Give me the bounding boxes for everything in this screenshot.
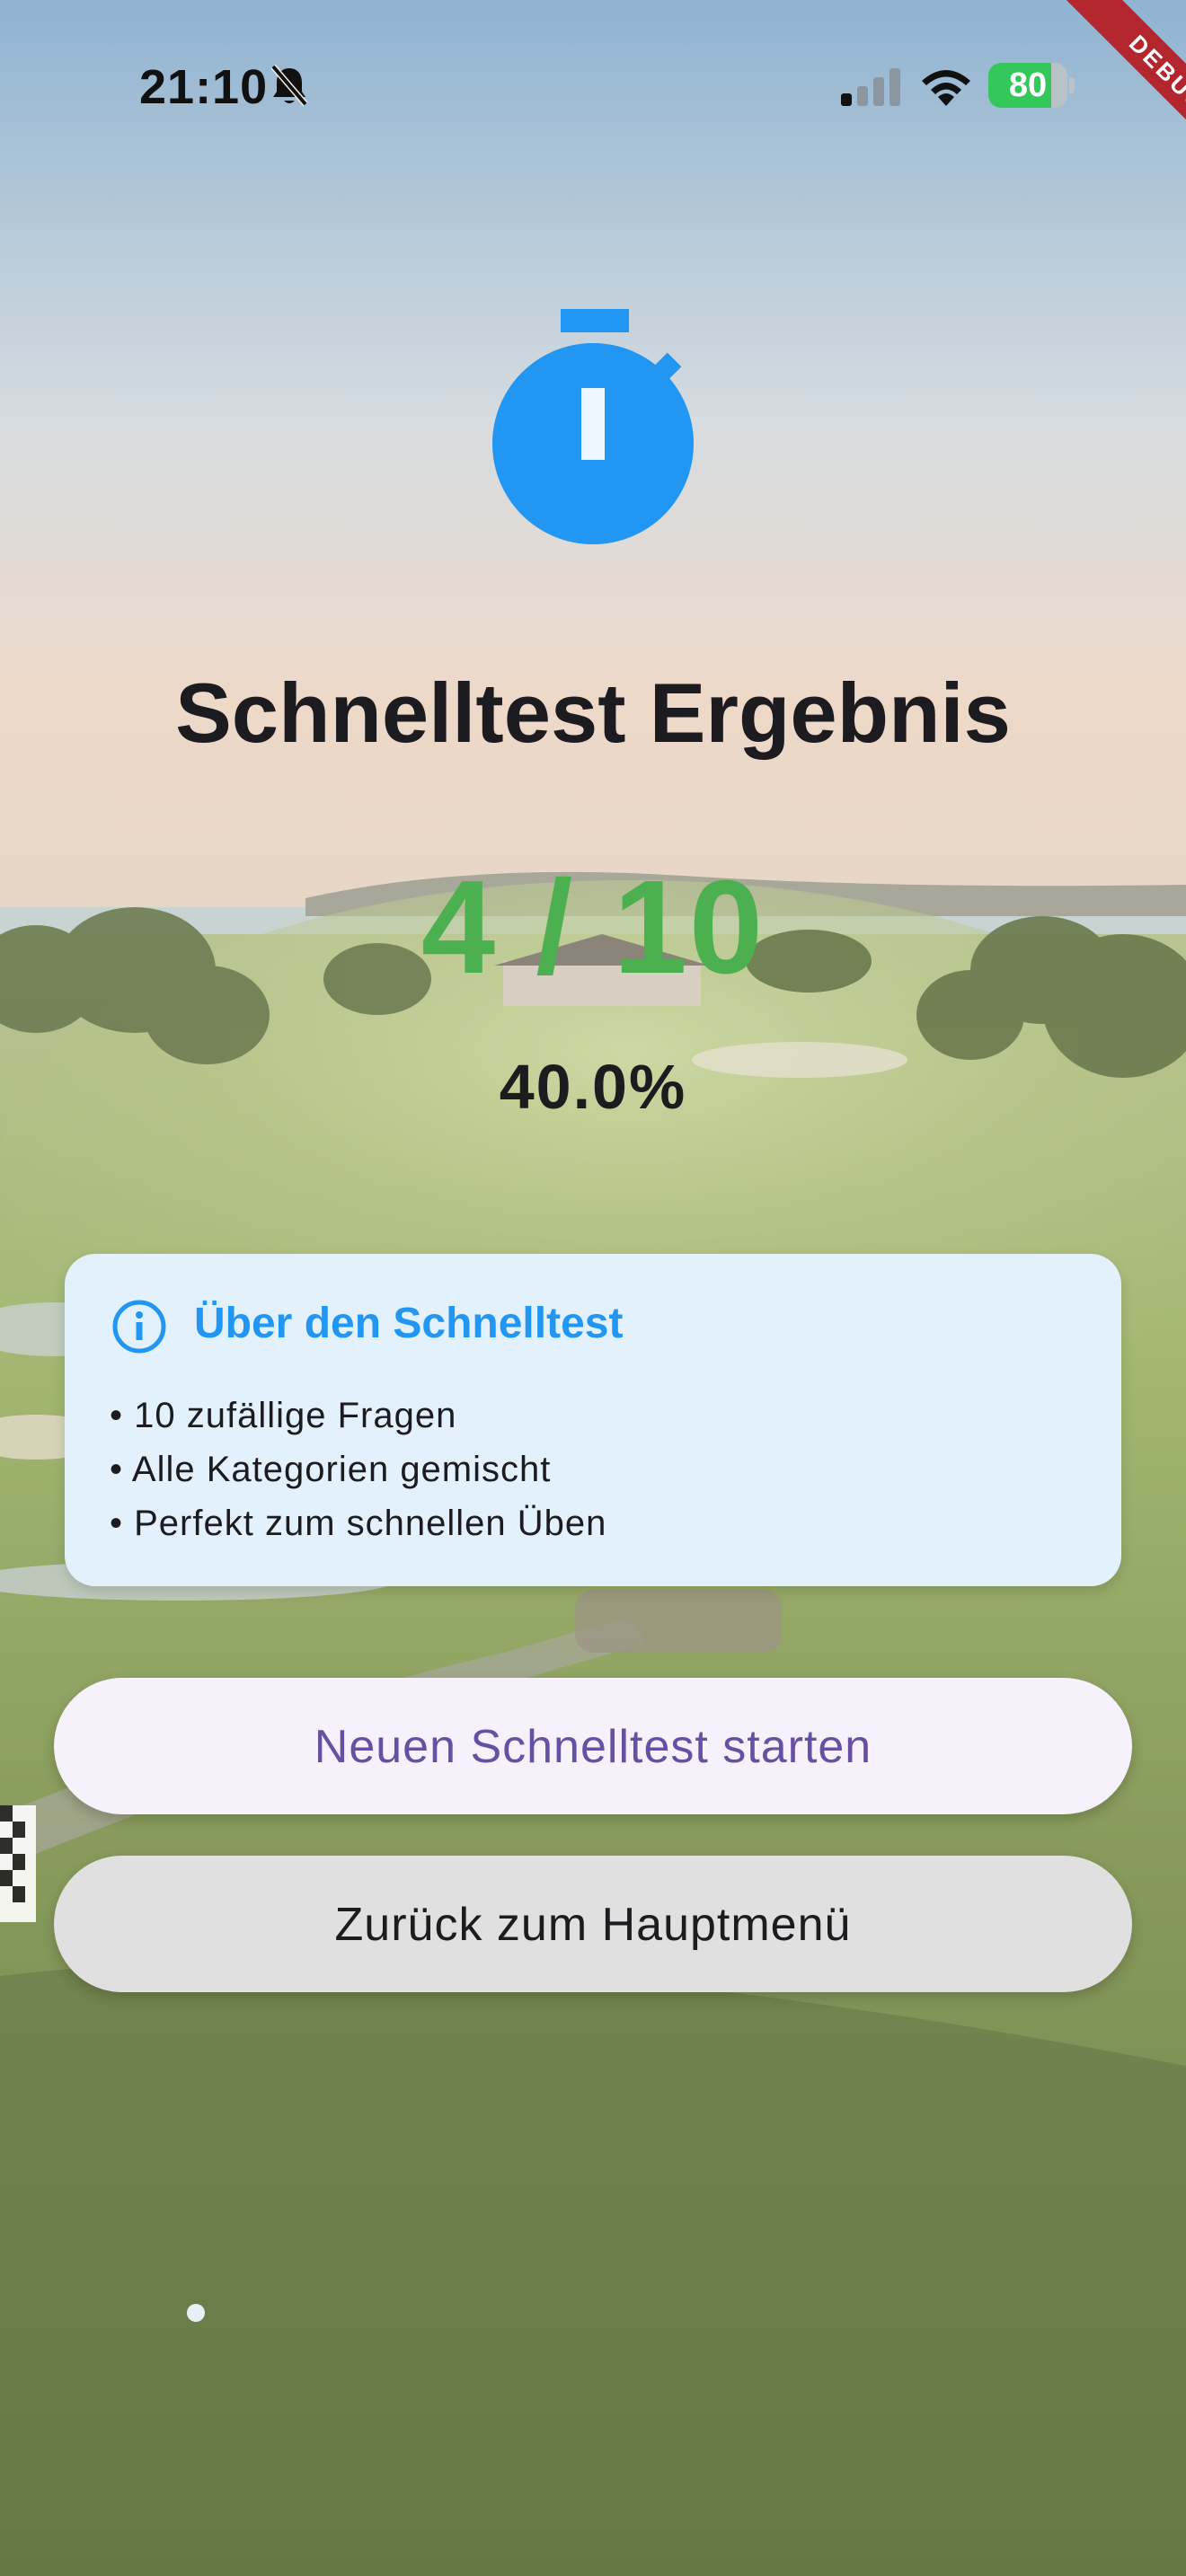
back-to-main-menu-button[interactable]: Zurück zum Hauptmenü	[54, 1856, 1132, 1992]
score-percent: 40.0%	[499, 1052, 687, 1122]
status-time: 21:10	[139, 60, 269, 114]
result-screen: Schnelltest Ergebnis 4 / 10 40.0% Über d…	[0, 0, 1186, 2576]
info-card-title: Über den Schnelltest	[194, 1300, 624, 1347]
cellular-signal-icon	[841, 68, 900, 106]
info-list-item: • 10 zufällige Fragen	[110, 1396, 457, 1435]
page-title: Schnelltest Ergebnis	[175, 666, 1011, 760]
info-list-item: • Perfekt zum schnellen Üben	[110, 1504, 607, 1543]
score-value: 4 / 10	[420, 853, 766, 1001]
info-circle-icon	[112, 1300, 166, 1354]
info-card: Über den Schnelltest • 10 zufällige Frag…	[65, 1254, 1121, 1586]
debug-banner: DEBUG	[1015, 0, 1186, 180]
status-bar: 21:10 80	[0, 0, 1186, 171]
info-list-item: • Alle Kategorien gemischt	[110, 1450, 552, 1489]
bell-slash-icon	[270, 64, 308, 107]
wifi-icon	[922, 70, 970, 106]
start-new-quicktest-button[interactable]: Neuen Schnelltest starten	[54, 1678, 1132, 1814]
debug-label: DEBUG	[1052, 0, 1186, 180]
info-card-list: • 10 zufällige Fragen • Alle Kategorien …	[110, 1389, 606, 1550]
stopwatch-icon	[492, 309, 694, 544]
